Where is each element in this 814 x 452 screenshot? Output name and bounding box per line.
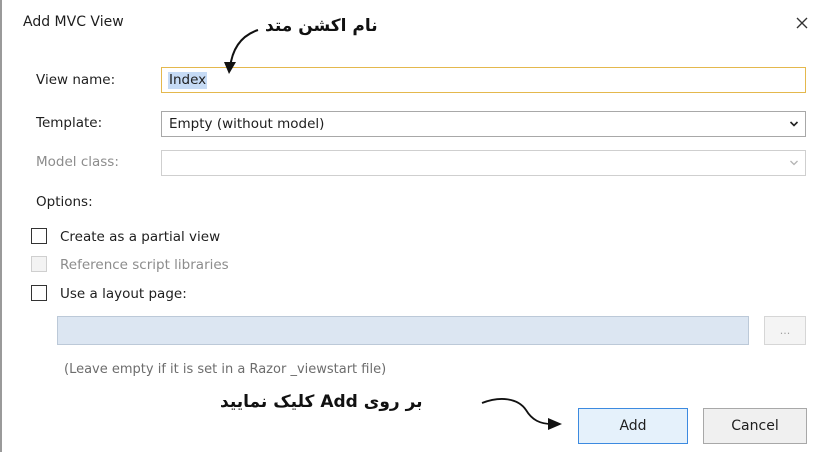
layout-hint: (Leave empty if it is set in a Razor _vi… xyxy=(64,362,387,377)
cancel-button[interactable]: Cancel xyxy=(703,408,807,444)
template-label: Template: xyxy=(36,115,103,131)
view-name-input[interactable]: Index xyxy=(161,67,806,93)
model-class-label: Model class: xyxy=(36,154,119,170)
reference-scripts-label: Reference script libraries xyxy=(60,257,229,273)
browse-button[interactable]: ... xyxy=(764,316,806,345)
layout-page-input[interactable] xyxy=(57,316,749,345)
dialog-left-border xyxy=(0,0,2,452)
template-selected-value: Empty (without model) xyxy=(169,116,325,132)
template-select[interactable]: Empty (without model) xyxy=(161,111,806,137)
chevron-down-icon xyxy=(790,160,798,166)
annotation-action-name: نام اکشن متد xyxy=(265,16,378,36)
annotation-click-add: بر روی Add کلیک نمایید xyxy=(220,392,423,412)
dialog-title: Add MVC View xyxy=(23,14,124,30)
chevron-down-icon xyxy=(789,121,799,127)
layout-page-checkbox[interactable] xyxy=(31,285,47,301)
add-button[interactable]: Add xyxy=(578,408,688,444)
model-class-select xyxy=(161,150,806,176)
partial-view-label[interactable]: Create as a partial view xyxy=(60,229,220,245)
layout-page-label[interactable]: Use a layout page: xyxy=(60,286,187,302)
close-icon[interactable] xyxy=(791,12,813,34)
reference-scripts-checkbox xyxy=(31,256,47,272)
view-name-label: View name: xyxy=(36,72,116,88)
options-heading: Options: xyxy=(36,194,93,210)
partial-view-checkbox[interactable] xyxy=(31,228,47,244)
view-name-value: Index xyxy=(168,72,208,89)
